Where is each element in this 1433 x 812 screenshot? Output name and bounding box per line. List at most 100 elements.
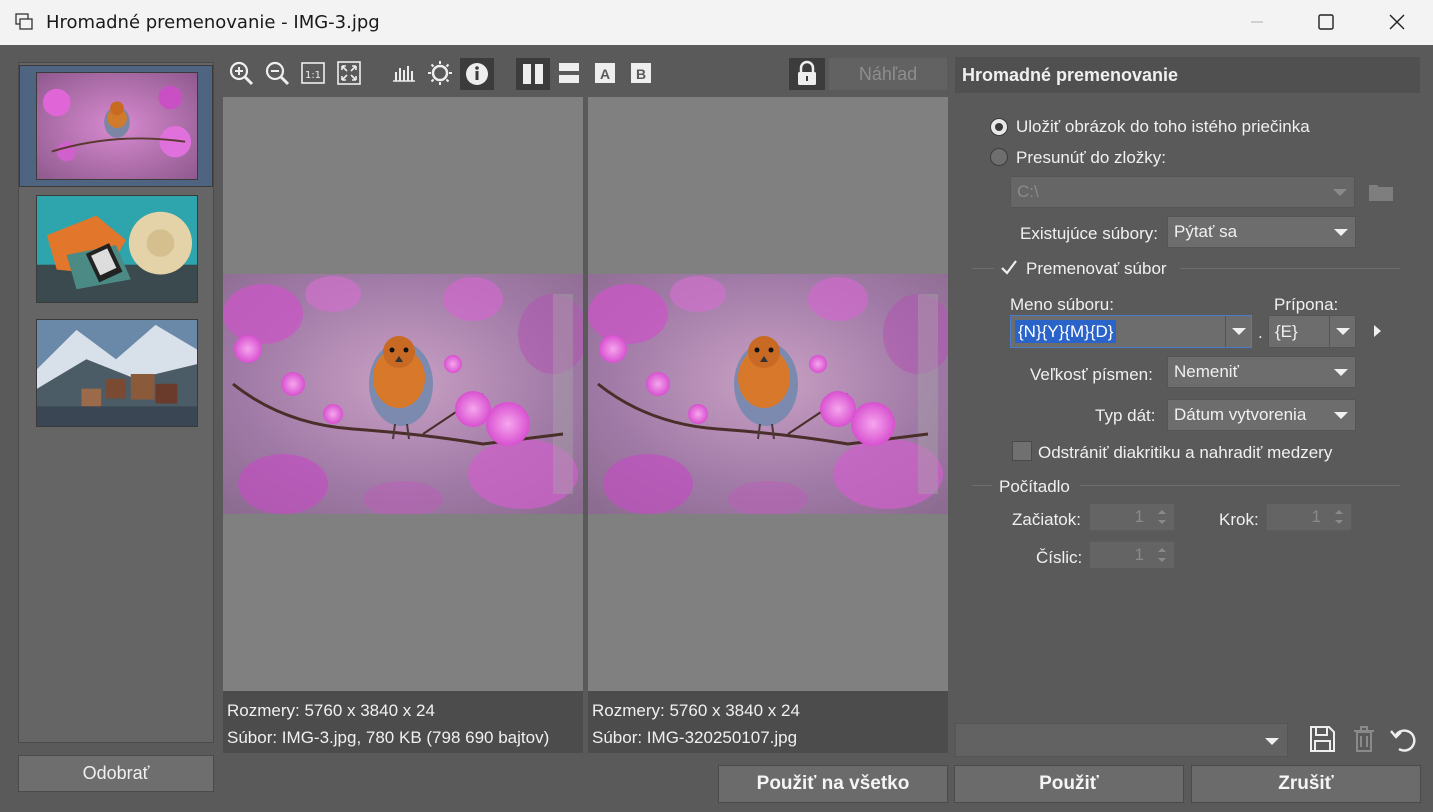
chevron-down-icon xyxy=(1336,328,1350,335)
rename-label: Premenovať súbor xyxy=(1026,259,1167,278)
remove-button[interactable]: Odobrať xyxy=(18,755,214,792)
zoom-out-icon[interactable] xyxy=(262,58,292,88)
date-type-combo[interactable]: Dátum vytvorenia xyxy=(1167,399,1356,431)
preview-button[interactable]: Náhľad xyxy=(829,58,947,90)
thumbnail-beach[interactable] xyxy=(36,195,198,303)
date-type-value: Dátum vytvorenia xyxy=(1174,405,1307,424)
folder-path-combo[interactable]: C:\ xyxy=(1010,176,1355,208)
filename-input[interactable]: {N}{Y}{M}{D} xyxy=(1010,315,1252,348)
case-combo[interactable]: Nemeniť xyxy=(1167,356,1356,388)
renamed-file-name: Súbor: IMG-320250107.jpg xyxy=(592,728,798,747)
stepper-down-icon[interactable] xyxy=(1335,520,1343,524)
extension-label: Prípona: xyxy=(1274,295,1339,314)
app-icon xyxy=(15,13,33,30)
filename-value: {N}{Y}{M}{D} xyxy=(1015,320,1117,343)
insert-tag-arrow-icon[interactable] xyxy=(1374,325,1381,337)
histogram-icon[interactable] xyxy=(389,58,419,88)
original-file-info: Rozmery: 5760 x 3840 x 24 Súbor: IMG-3.j… xyxy=(223,691,583,753)
start-label: Začiatok: xyxy=(1012,510,1081,529)
digits-value: 1 xyxy=(1134,545,1144,564)
preview-pane-renamed[interactable] xyxy=(588,97,948,691)
preview-pane-original[interactable] xyxy=(223,97,583,691)
step-value: 1 xyxy=(1311,507,1321,526)
extension-value: {E} xyxy=(1275,322,1298,341)
folder-icon[interactable] xyxy=(1368,181,1394,203)
view-b-icon[interactable]: B xyxy=(626,58,656,88)
diacritics-checkbox[interactable] xyxy=(1012,441,1032,461)
separator xyxy=(972,485,992,486)
existing-files-combo[interactable]: Pýtať sa xyxy=(1167,216,1356,248)
preview-image-renamed xyxy=(588,274,948,514)
thumbnail-list[interactable] xyxy=(18,62,214,743)
chevron-down-icon xyxy=(1334,369,1348,376)
existing-files-value: Pýtať sa xyxy=(1174,222,1238,241)
chevron-down-icon xyxy=(1265,738,1279,745)
delete-preset-icon[interactable] xyxy=(1348,723,1380,755)
rename-checkbox[interactable] xyxy=(999,258,1019,278)
save-preset-icon[interactable] xyxy=(1306,723,1338,755)
cancel-button[interactable]: Zrušiť xyxy=(1191,765,1421,803)
undo-icon[interactable] xyxy=(1387,723,1419,755)
window-title: Hromadné premenovanie - IMG-3.jpg xyxy=(46,12,380,33)
view-b-label: B xyxy=(636,66,646,82)
digits-label: Číslic: xyxy=(1036,548,1083,567)
split-vertical-icon[interactable] xyxy=(516,58,550,90)
stepper-up-icon[interactable] xyxy=(1335,510,1343,514)
original-file-name: Súbor: IMG-3.jpg, 780 KB (798 690 bajtov… xyxy=(227,728,550,747)
start-value: 1 xyxy=(1134,507,1144,526)
stepper-down-icon[interactable] xyxy=(1158,558,1166,562)
minimize-icon[interactable] xyxy=(1243,8,1271,36)
chevron-down-icon xyxy=(1333,189,1347,196)
step-label: Krok: xyxy=(1219,510,1259,529)
zoom-in-icon[interactable] xyxy=(226,58,256,88)
close-icon[interactable] xyxy=(1383,8,1411,36)
split-horizontal-icon[interactable] xyxy=(554,58,584,88)
preview-image-original xyxy=(223,274,583,514)
actual-size-label: 1:1 xyxy=(305,70,321,81)
extension-dropdown-button[interactable] xyxy=(1329,316,1355,347)
counter-label: Počítadlo xyxy=(999,477,1070,496)
thumbnail-robin[interactable] xyxy=(36,72,198,180)
filename-dropdown-button[interactable] xyxy=(1225,316,1251,347)
move-to-folder-label: Presunúť do zložky: xyxy=(1016,148,1167,167)
apply-button[interactable]: Použiť xyxy=(954,765,1184,803)
panel-title: Hromadné premenovanie xyxy=(955,57,1420,93)
folder-path-value: C:\ xyxy=(1017,182,1039,201)
diacritics-label: Odstrániť diakritiku a nahradiť medzery xyxy=(1038,443,1333,462)
info-icon[interactable] xyxy=(460,58,494,90)
stepper-up-icon[interactable] xyxy=(1158,510,1166,514)
separator xyxy=(1180,268,1400,269)
separator xyxy=(972,268,994,269)
extension-combo[interactable]: {E} xyxy=(1268,315,1356,348)
preset-combo[interactable] xyxy=(955,723,1288,757)
renamed-dimensions: Rozmery: 5760 x 3840 x 24 xyxy=(592,701,800,720)
maximize-icon[interactable] xyxy=(1312,8,1340,36)
move-to-folder-radio[interactable] xyxy=(990,148,1008,166)
start-stepper[interactable]: 1 xyxy=(1089,503,1175,531)
separator xyxy=(1080,485,1400,486)
case-value: Nemeniť xyxy=(1174,362,1239,381)
save-same-folder-label: Uložiť obrázok do toho istého priečinka xyxy=(1016,117,1310,136)
case-label: Veľkosť písmen: xyxy=(1030,365,1153,384)
stepper-up-icon[interactable] xyxy=(1158,548,1166,552)
brightness-icon[interactable] xyxy=(425,58,455,88)
actual-size-icon[interactable]: 1:1 xyxy=(298,58,328,88)
lock-icon[interactable] xyxy=(789,58,825,90)
chevron-down-icon xyxy=(1334,412,1348,419)
renamed-file-info: Rozmery: 5760 x 3840 x 24 Súbor: IMG-320… xyxy=(588,691,948,753)
save-same-folder-radio[interactable] xyxy=(990,118,1008,136)
stepper-down-icon[interactable] xyxy=(1158,520,1166,524)
thumbnail-village[interactable] xyxy=(36,319,198,427)
chevron-down-icon xyxy=(1334,229,1348,236)
apply-all-button[interactable]: Použiť na všetko xyxy=(718,765,948,803)
digits-stepper[interactable]: 1 xyxy=(1089,541,1175,569)
step-stepper[interactable]: 1 xyxy=(1266,503,1352,531)
chevron-down-icon xyxy=(1232,328,1246,335)
checkmark-icon xyxy=(1001,260,1017,275)
fit-to-window-icon[interactable] xyxy=(334,58,364,88)
existing-files-label: Existujúce súbory: xyxy=(1020,224,1158,243)
view-a-icon[interactable]: A xyxy=(590,58,620,88)
title-bar: Hromadné premenovanie - IMG-3.jpg xyxy=(0,0,1433,45)
extension-dot: . xyxy=(1258,323,1263,342)
date-type-label: Typ dát: xyxy=(1095,406,1156,425)
